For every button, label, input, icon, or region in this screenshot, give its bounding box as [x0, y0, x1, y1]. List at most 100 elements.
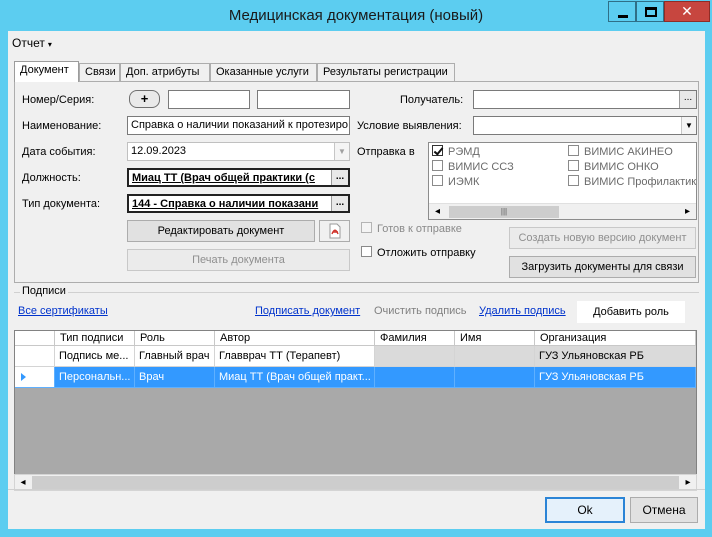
- clear-signature-link[interactable]: Очистить подпись: [374, 305, 467, 317]
- table-cell[interactable]: Персональн...: [55, 367, 135, 388]
- window-title: Медицинская документация (новый): [228, 7, 484, 24]
- footer-divider: [8, 489, 705, 490]
- table-cell[interactable]: Главврач ТТ (Терапевт): [215, 346, 375, 367]
- event-date-label: Дата события:: [22, 146, 96, 158]
- postpone-send-label: Отложить отправку: [377, 247, 476, 259]
- table-cell[interactable]: [455, 346, 535, 367]
- checkbox-icon: [432, 160, 443, 171]
- tab-extra-attributes[interactable]: Доп. атрибуты: [120, 63, 210, 81]
- sign-document-link[interactable]: Подписать документ: [255, 305, 360, 317]
- maximize-icon: [645, 7, 657, 17]
- condition-dropdown[interactable]: ▼: [473, 116, 697, 135]
- column-header[interactable]: Тип подписи: [55, 331, 135, 346]
- maximize-button[interactable]: [636, 1, 664, 22]
- create-version-button[interactable]: Создать новую версию документ: [509, 227, 696, 249]
- destination-item[interactable]: ИЭМК: [432, 175, 479, 188]
- pdf-icon: [329, 223, 341, 239]
- title-bar[interactable]: Медицинская документация (новый) ✕: [0, 0, 712, 31]
- doctype-field[interactable]: 144 - Справка о наличии показани ...: [127, 194, 350, 213]
- destination-item[interactable]: РЭМД: [432, 145, 480, 158]
- chevron-down-icon: ▾: [47, 40, 52, 49]
- table-cell[interactable]: Подпись ме...: [55, 346, 135, 367]
- event-date-value: 12.09.2023: [131, 145, 187, 157]
- destination-item[interactable]: ВИМИС АКИНЕО: [568, 145, 673, 158]
- close-icon: ✕: [681, 3, 693, 19]
- column-header[interactable]: Фамилия: [375, 331, 455, 346]
- name-field[interactable]: Справка о наличии показаний к протезиро: [127, 116, 350, 135]
- table-cell[interactable]: Врач: [135, 367, 215, 388]
- close-button[interactable]: ✕: [664, 1, 710, 22]
- position-field[interactable]: Миац ТТ (Врач общей практики (с ...: [127, 168, 350, 187]
- column-header[interactable]: Организация: [535, 331, 696, 346]
- print-document-button[interactable]: Печать документа: [127, 249, 350, 271]
- signatures-group-title: Подписи: [20, 285, 68, 297]
- recipient-field[interactable]: ...: [473, 90, 697, 109]
- scroll-thumb[interactable]: [32, 476, 679, 489]
- ready-to-send-checkbox[interactable]: Готов к отправке: [361, 222, 462, 235]
- condition-dropdown-icon[interactable]: ▼: [681, 117, 696, 134]
- checkbox-icon: [361, 222, 372, 233]
- recipient-label: Получатель:: [400, 94, 464, 106]
- table-cell[interactable]: [375, 346, 455, 367]
- tab-document[interactable]: Документ: [14, 61, 79, 82]
- ok-button[interactable]: Ok: [545, 497, 625, 523]
- signatures-group-border: [14, 292, 699, 293]
- send-to-label: Отправка в: [357, 146, 415, 158]
- doctype-select-button[interactable]: ...: [331, 196, 348, 211]
- table-header: Тип подписи Роль Автор Фамилия Имя Орган…: [15, 331, 696, 346]
- signatures-table: Тип подписи Роль Автор Фамилия Имя Орган…: [14, 330, 697, 476]
- add-role-button[interactable]: Добавить роль: [577, 301, 685, 323]
- scroll-thumb[interactable]: |||: [449, 206, 559, 218]
- tab-services[interactable]: Оказанные услуги: [210, 63, 317, 81]
- table-cell[interactable]: Главный врач: [135, 346, 215, 367]
- destination-item[interactable]: ВИМИС ОНКО: [568, 160, 659, 173]
- column-header[interactable]: Автор: [215, 331, 375, 346]
- recipient-select-button[interactable]: ...: [679, 91, 696, 108]
- destination-label: ВИМИС ОНКО: [584, 161, 659, 173]
- table-cell[interactable]: [375, 367, 455, 388]
- table-row-selected[interactable]: Персональн... Врач Миац ТТ (Врач общей п…: [15, 367, 696, 388]
- checkbox-icon: [568, 160, 579, 171]
- scroll-left-icon[interactable]: ◂: [430, 205, 445, 219]
- number-series-label: Номер/Серия:: [22, 94, 95, 106]
- all-certificates-link[interactable]: Все сертификаты: [18, 305, 108, 317]
- event-date-field[interactable]: 12.09.2023 ▼: [127, 142, 350, 161]
- doctype-value: 144 - Справка о наличии показани: [132, 198, 319, 210]
- column-header[interactable]: Имя: [455, 331, 535, 346]
- date-dropdown-icon[interactable]: ▼: [334, 143, 349, 160]
- destination-item[interactable]: ВИМИС Профилактика: [568, 175, 696, 188]
- row-header[interactable]: [15, 346, 55, 367]
- position-select-button[interactable]: ...: [331, 170, 348, 185]
- series-field[interactable]: [257, 90, 350, 109]
- minimize-button[interactable]: [608, 1, 636, 22]
- cancel-button[interactable]: Отмена: [630, 497, 698, 523]
- scroll-right-icon[interactable]: ▸: [680, 205, 695, 219]
- menu-report[interactable]: Отчет ▾: [12, 36, 52, 50]
- position-value: Миац ТТ (Врач общей практики (с: [132, 172, 315, 184]
- checkbox-icon: [361, 246, 372, 257]
- edit-document-button[interactable]: Редактировать документ: [127, 220, 315, 242]
- table-cell[interactable]: ГУЗ Ульяновская РБ: [535, 367, 696, 388]
- table-cell[interactable]: ГУЗ Ульяновская РБ: [535, 346, 696, 367]
- delete-signature-link[interactable]: Удалить подпись: [479, 305, 566, 317]
- destination-label: ВИМИС АКИНЕО: [584, 146, 673, 158]
- destination-list[interactable]: РЭМД ВИМИС ССЗ ИЭМК ВИМИС АКИНЕО ВИМИС О…: [428, 142, 697, 220]
- table-row[interactable]: Подпись ме... Главный врач Главврач ТТ (…: [15, 346, 696, 367]
- tab-links[interactable]: Связи: [79, 63, 120, 81]
- upload-docs-button[interactable]: Загрузить документы для связи: [509, 256, 696, 278]
- row-header[interactable]: [15, 367, 55, 388]
- table-cell[interactable]: [455, 367, 535, 388]
- dialog-client-area: Отчет ▾ Документ Связи Доп. атрибуты Оказ…: [8, 31, 705, 529]
- add-number-button[interactable]: +: [129, 90, 160, 108]
- scroll-left-icon[interactable]: ◂: [15, 475, 31, 490]
- number-field[interactable]: [168, 90, 250, 109]
- tab-registration-results[interactable]: Результаты регистрации: [317, 63, 455, 81]
- pdf-button[interactable]: [319, 220, 350, 242]
- checkbox-icon: [568, 175, 579, 186]
- scroll-right-icon[interactable]: ▸: [680, 475, 696, 490]
- table-cell[interactable]: Миац ТТ (Врач общей практ...: [215, 367, 375, 388]
- destination-hscrollbar[interactable]: ◂ ||| ▸: [429, 203, 696, 219]
- postpone-send-checkbox[interactable]: Отложить отправку: [361, 246, 476, 259]
- column-header[interactable]: Роль: [135, 331, 215, 346]
- destination-item[interactable]: ВИМИС ССЗ: [432, 160, 514, 173]
